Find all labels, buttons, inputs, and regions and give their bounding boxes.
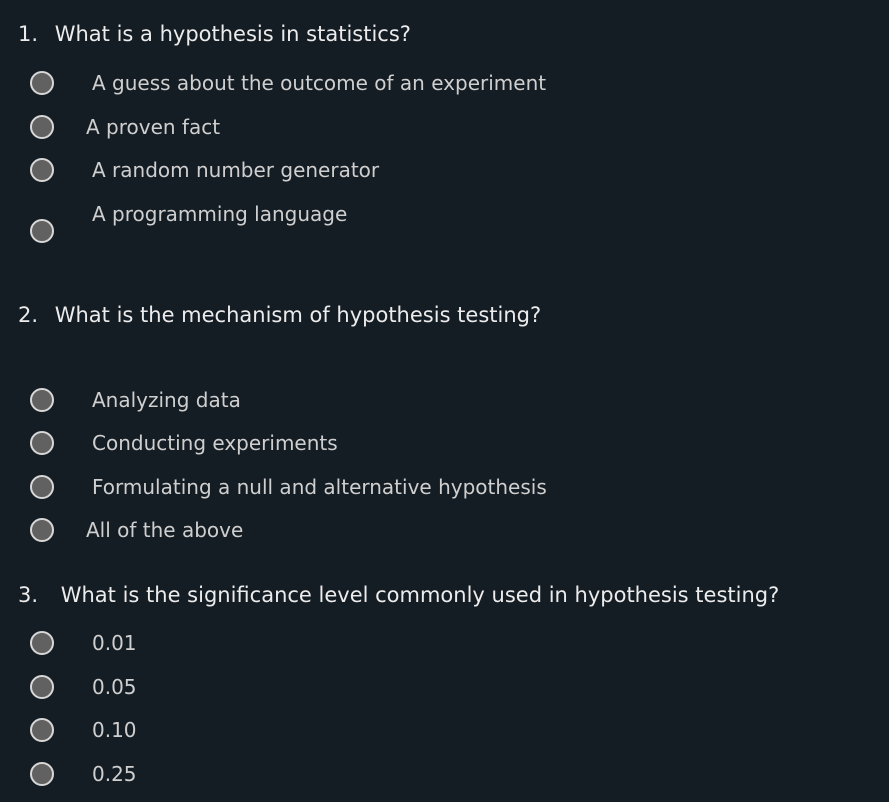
question-1: 1. What is a hypothesis in statistics? xyxy=(18,24,411,45)
q2-option-4-label[interactable]: All of the above xyxy=(86,520,243,540)
q2-option-3-label[interactable]: Formulating a null and alternative hypot… xyxy=(92,477,547,497)
q2-option-2-label[interactable]: Conducting experiments xyxy=(92,433,338,453)
question-2-number: 2. xyxy=(18,303,39,327)
q1-option-4-radio[interactable] xyxy=(30,219,54,243)
question-3-number: 3. xyxy=(18,583,39,607)
q2-option-1-radio[interactable] xyxy=(30,388,54,412)
question-3: 3. What is the significance level common… xyxy=(18,585,779,606)
q3-option-4-label[interactable]: 0.25 xyxy=(92,764,137,784)
q2-option-1-label[interactable]: Analyzing data xyxy=(92,390,241,410)
question-1-number: 1. xyxy=(18,22,39,46)
q1-option-4-label[interactable]: A programming language xyxy=(92,204,347,224)
q1-option-1-radio[interactable] xyxy=(30,71,54,95)
q1-option-3-label[interactable]: A random number generator xyxy=(92,160,379,180)
q3-option-3-label[interactable]: 0.10 xyxy=(92,720,137,740)
question-2-text: What is the mechanism of hypothesis test… xyxy=(54,303,542,327)
q1-option-2-label[interactable]: A proven fact xyxy=(86,117,220,137)
q1-option-2-radio[interactable] xyxy=(30,115,54,139)
q2-option-2-radio[interactable] xyxy=(30,431,54,455)
q2-option-3-radio[interactable] xyxy=(30,475,54,499)
q2-option-4-radio[interactable] xyxy=(30,518,54,542)
q3-option-2-label[interactable]: 0.05 xyxy=(92,677,137,697)
question-2: 2. What is the mechanism of hypothesis t… xyxy=(18,305,541,326)
q1-option-1-label[interactable]: A guess about the outcome of an experime… xyxy=(92,73,546,93)
q3-option-1-label[interactable]: 0.01 xyxy=(92,633,137,653)
q3-option-3-radio[interactable] xyxy=(30,718,54,742)
q3-option-2-radio[interactable] xyxy=(30,675,54,699)
q3-option-4-radio[interactable] xyxy=(30,762,54,786)
q1-option-3-radio[interactable] xyxy=(30,158,54,182)
q3-option-1-radio[interactable] xyxy=(30,631,54,655)
question-3-text: What is the significance level commonly … xyxy=(60,583,780,607)
question-1-text: What is a hypothesis in statistics? xyxy=(54,22,411,46)
